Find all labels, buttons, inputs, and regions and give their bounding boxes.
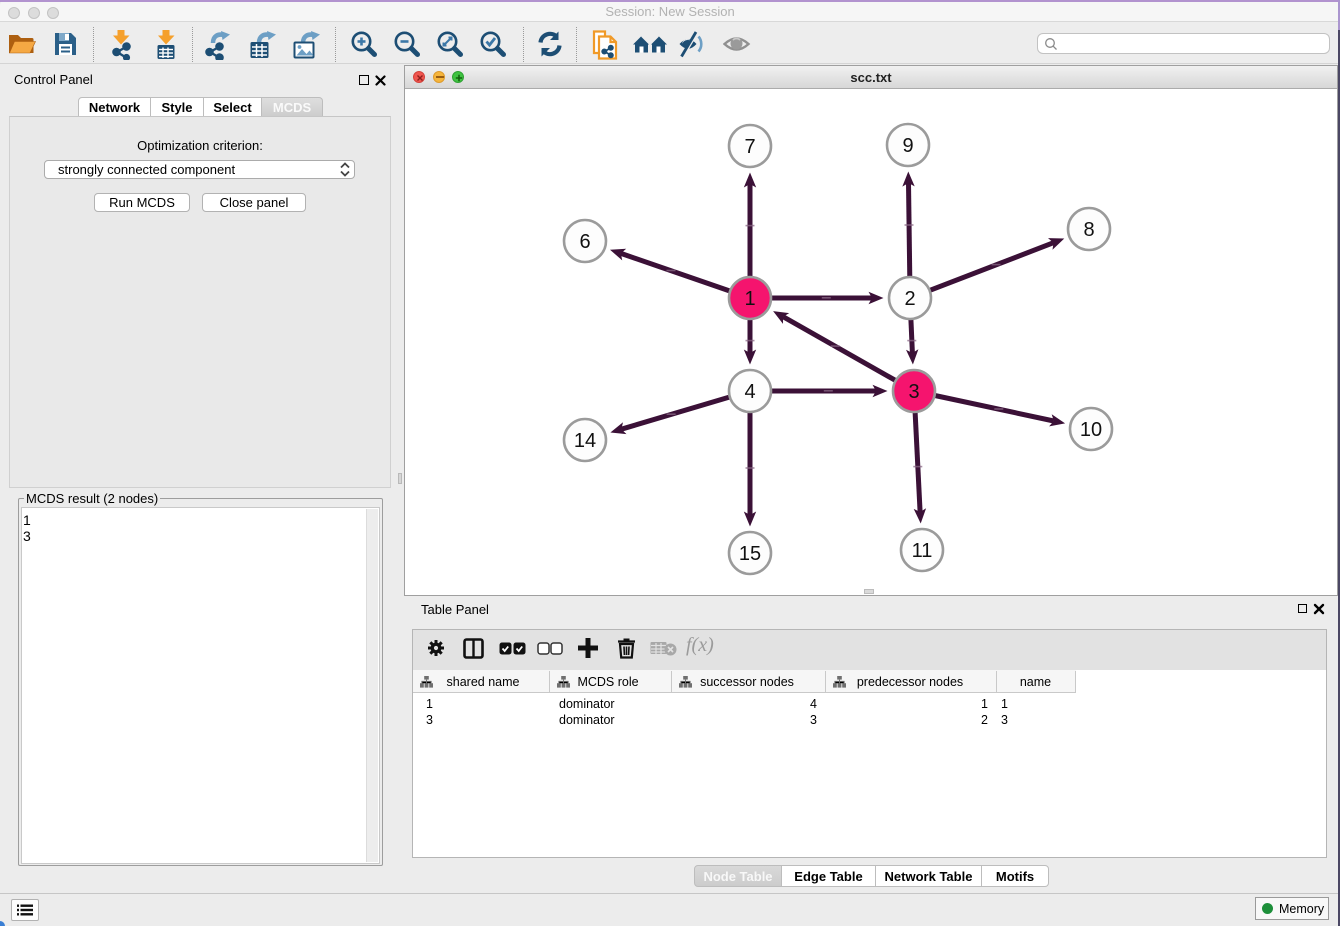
svg-text:14: 14 xyxy=(574,430,596,452)
svg-text:11: 11 xyxy=(912,540,933,562)
svg-text:8: 8 xyxy=(1083,219,1094,241)
svg-text:7: 7 xyxy=(744,136,755,158)
svg-text:2: 2 xyxy=(904,288,915,310)
svg-text:3: 3 xyxy=(908,381,919,403)
svg-text:9: 9 xyxy=(902,135,913,157)
svg-text:15: 15 xyxy=(739,543,761,565)
svg-text:4: 4 xyxy=(744,381,755,403)
svg-text:6: 6 xyxy=(579,231,590,253)
svg-text:10: 10 xyxy=(1080,419,1102,441)
svg-text:1: 1 xyxy=(744,288,755,310)
